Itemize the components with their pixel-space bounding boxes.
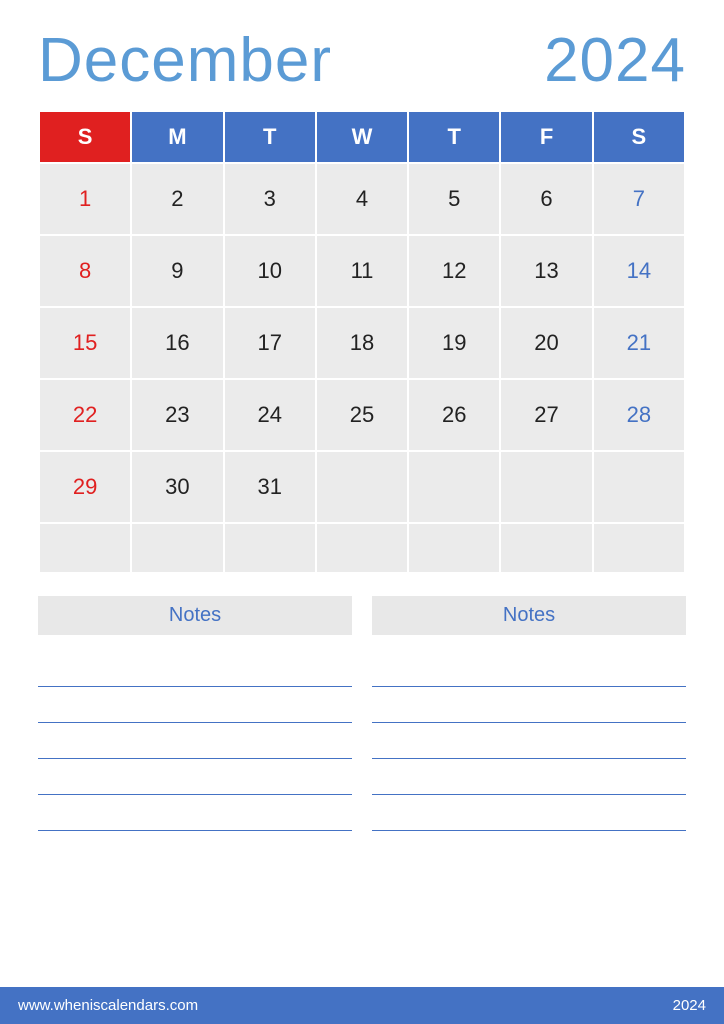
- month-title: December: [38, 30, 332, 92]
- header-tuesday: T: [224, 111, 316, 163]
- calendar-week-2: 8 9 10 11 12 13 14: [39, 235, 685, 307]
- extra-empty-2: [131, 523, 223, 573]
- note-line-left-1[interactable]: [38, 651, 352, 687]
- header-thursday: T: [408, 111, 500, 163]
- header-saturday: S: [593, 111, 685, 163]
- notes-left-lines: [38, 651, 352, 831]
- day-6: 6: [500, 163, 592, 235]
- year-title: 2024: [544, 30, 686, 92]
- extra-empty-5: [408, 523, 500, 573]
- note-line-right-2[interactable]: [372, 687, 686, 723]
- calendar-extra-row: [39, 523, 685, 573]
- note-line-left-4[interactable]: [38, 759, 352, 795]
- note-line-right-4[interactable]: [372, 759, 686, 795]
- footer-year: 2024: [673, 997, 706, 1014]
- notes-left: Notes: [38, 596, 352, 831]
- day-10: 10: [224, 235, 316, 307]
- header-wednesday: W: [316, 111, 408, 163]
- footer-url: www.wheniscalendars.com: [18, 997, 198, 1014]
- calendar-week-3: 15 16 17 18 19 20 21: [39, 307, 685, 379]
- day-23: 23: [131, 379, 223, 451]
- day-18: 18: [316, 307, 408, 379]
- day-25: 25: [316, 379, 408, 451]
- day-15: 15: [39, 307, 131, 379]
- notes-right-label: Notes: [503, 604, 555, 626]
- day-19: 19: [408, 307, 500, 379]
- day-24: 24: [224, 379, 316, 451]
- day-21: 21: [593, 307, 685, 379]
- header-friday: F: [500, 111, 592, 163]
- notes-right: Notes: [372, 596, 686, 831]
- day-2: 2: [131, 163, 223, 235]
- day-8: 8: [39, 235, 131, 307]
- day-9: 9: [131, 235, 223, 307]
- notes-right-label-row: Notes: [372, 596, 686, 635]
- day-13: 13: [500, 235, 592, 307]
- day-29: 29: [39, 451, 131, 523]
- day-empty-2: [408, 451, 500, 523]
- note-line-right-5[interactable]: [372, 795, 686, 831]
- day-17: 17: [224, 307, 316, 379]
- day-14: 14: [593, 235, 685, 307]
- day-empty-4: [593, 451, 685, 523]
- calendar-week-5: 29 30 31: [39, 451, 685, 523]
- bottom-section: Notes Notes: [38, 574, 686, 987]
- day-30: 30: [131, 451, 223, 523]
- day-16: 16: [131, 307, 223, 379]
- calendar-week-4: 22 23 24 25 26 27 28: [39, 379, 685, 451]
- day-12: 12: [408, 235, 500, 307]
- notes-section: Notes Notes: [38, 596, 686, 831]
- day-20: 20: [500, 307, 592, 379]
- header-sunday: S: [39, 111, 131, 163]
- day-5: 5: [408, 163, 500, 235]
- day-7: 7: [593, 163, 685, 235]
- page: December 2024 S M T W T F S 1 2 3 4 5 6: [0, 0, 724, 1024]
- day-28: 28: [593, 379, 685, 451]
- header-monday: M: [131, 111, 223, 163]
- calendar-week-1: 1 2 3 4 5 6 7: [39, 163, 685, 235]
- day-4: 4: [316, 163, 408, 235]
- note-line-right-3[interactable]: [372, 723, 686, 759]
- day-22: 22: [39, 379, 131, 451]
- notes-right-lines: [372, 651, 686, 831]
- extra-empty-6: [500, 523, 592, 573]
- note-line-left-2[interactable]: [38, 687, 352, 723]
- day-26: 26: [408, 379, 500, 451]
- day-3: 3: [224, 163, 316, 235]
- extra-empty-7: [593, 523, 685, 573]
- calendar-header-row: S M T W T F S: [39, 111, 685, 163]
- day-1: 1: [39, 163, 131, 235]
- extra-empty-4: [316, 523, 408, 573]
- calendar-header: December 2024: [38, 30, 686, 92]
- day-empty-1: [316, 451, 408, 523]
- extra-empty-3: [224, 523, 316, 573]
- note-line-left-3[interactable]: [38, 723, 352, 759]
- footer: www.wheniscalendars.com 2024: [0, 987, 724, 1024]
- calendar-table: S M T W T F S 1 2 3 4 5 6 7 8: [38, 110, 686, 574]
- day-31: 31: [224, 451, 316, 523]
- notes-left-label-row: Notes: [38, 596, 352, 635]
- extra-empty-1: [39, 523, 131, 573]
- notes-left-label: Notes: [169, 604, 221, 626]
- day-empty-3: [500, 451, 592, 523]
- day-27: 27: [500, 379, 592, 451]
- day-11: 11: [316, 235, 408, 307]
- note-line-right-1[interactable]: [372, 651, 686, 687]
- note-line-left-5[interactable]: [38, 795, 352, 831]
